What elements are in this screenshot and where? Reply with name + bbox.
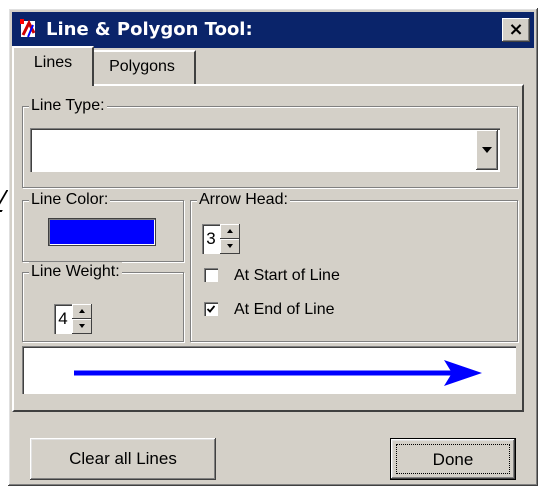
title-bar[interactable]: Line & Polygon Tool: × [12, 12, 534, 48]
tab-polygons-label: Polygons [109, 58, 175, 75]
focus-rect [396, 444, 510, 474]
page: Line & Polygon Tool: × Polygons Lines Li… [0, 0, 546, 494]
tab-lines[interactable]: Lines [12, 46, 94, 86]
done-button[interactable]: Done [390, 438, 516, 480]
window-title: Line & Polygon Tool: [46, 19, 253, 40]
lines-tab-panel [12, 84, 524, 412]
app-icon [20, 19, 36, 38]
clear-all-lines-button[interactable]: Clear all Lines [30, 438, 216, 480]
close-icon: × [508, 19, 524, 40]
clear-all-lines-label: Clear all Lines [69, 449, 177, 468]
tab-lines-label: Lines [33, 54, 73, 71]
tab-polygons[interactable]: Polygons [90, 50, 196, 84]
close-button[interactable]: × [502, 18, 530, 42]
